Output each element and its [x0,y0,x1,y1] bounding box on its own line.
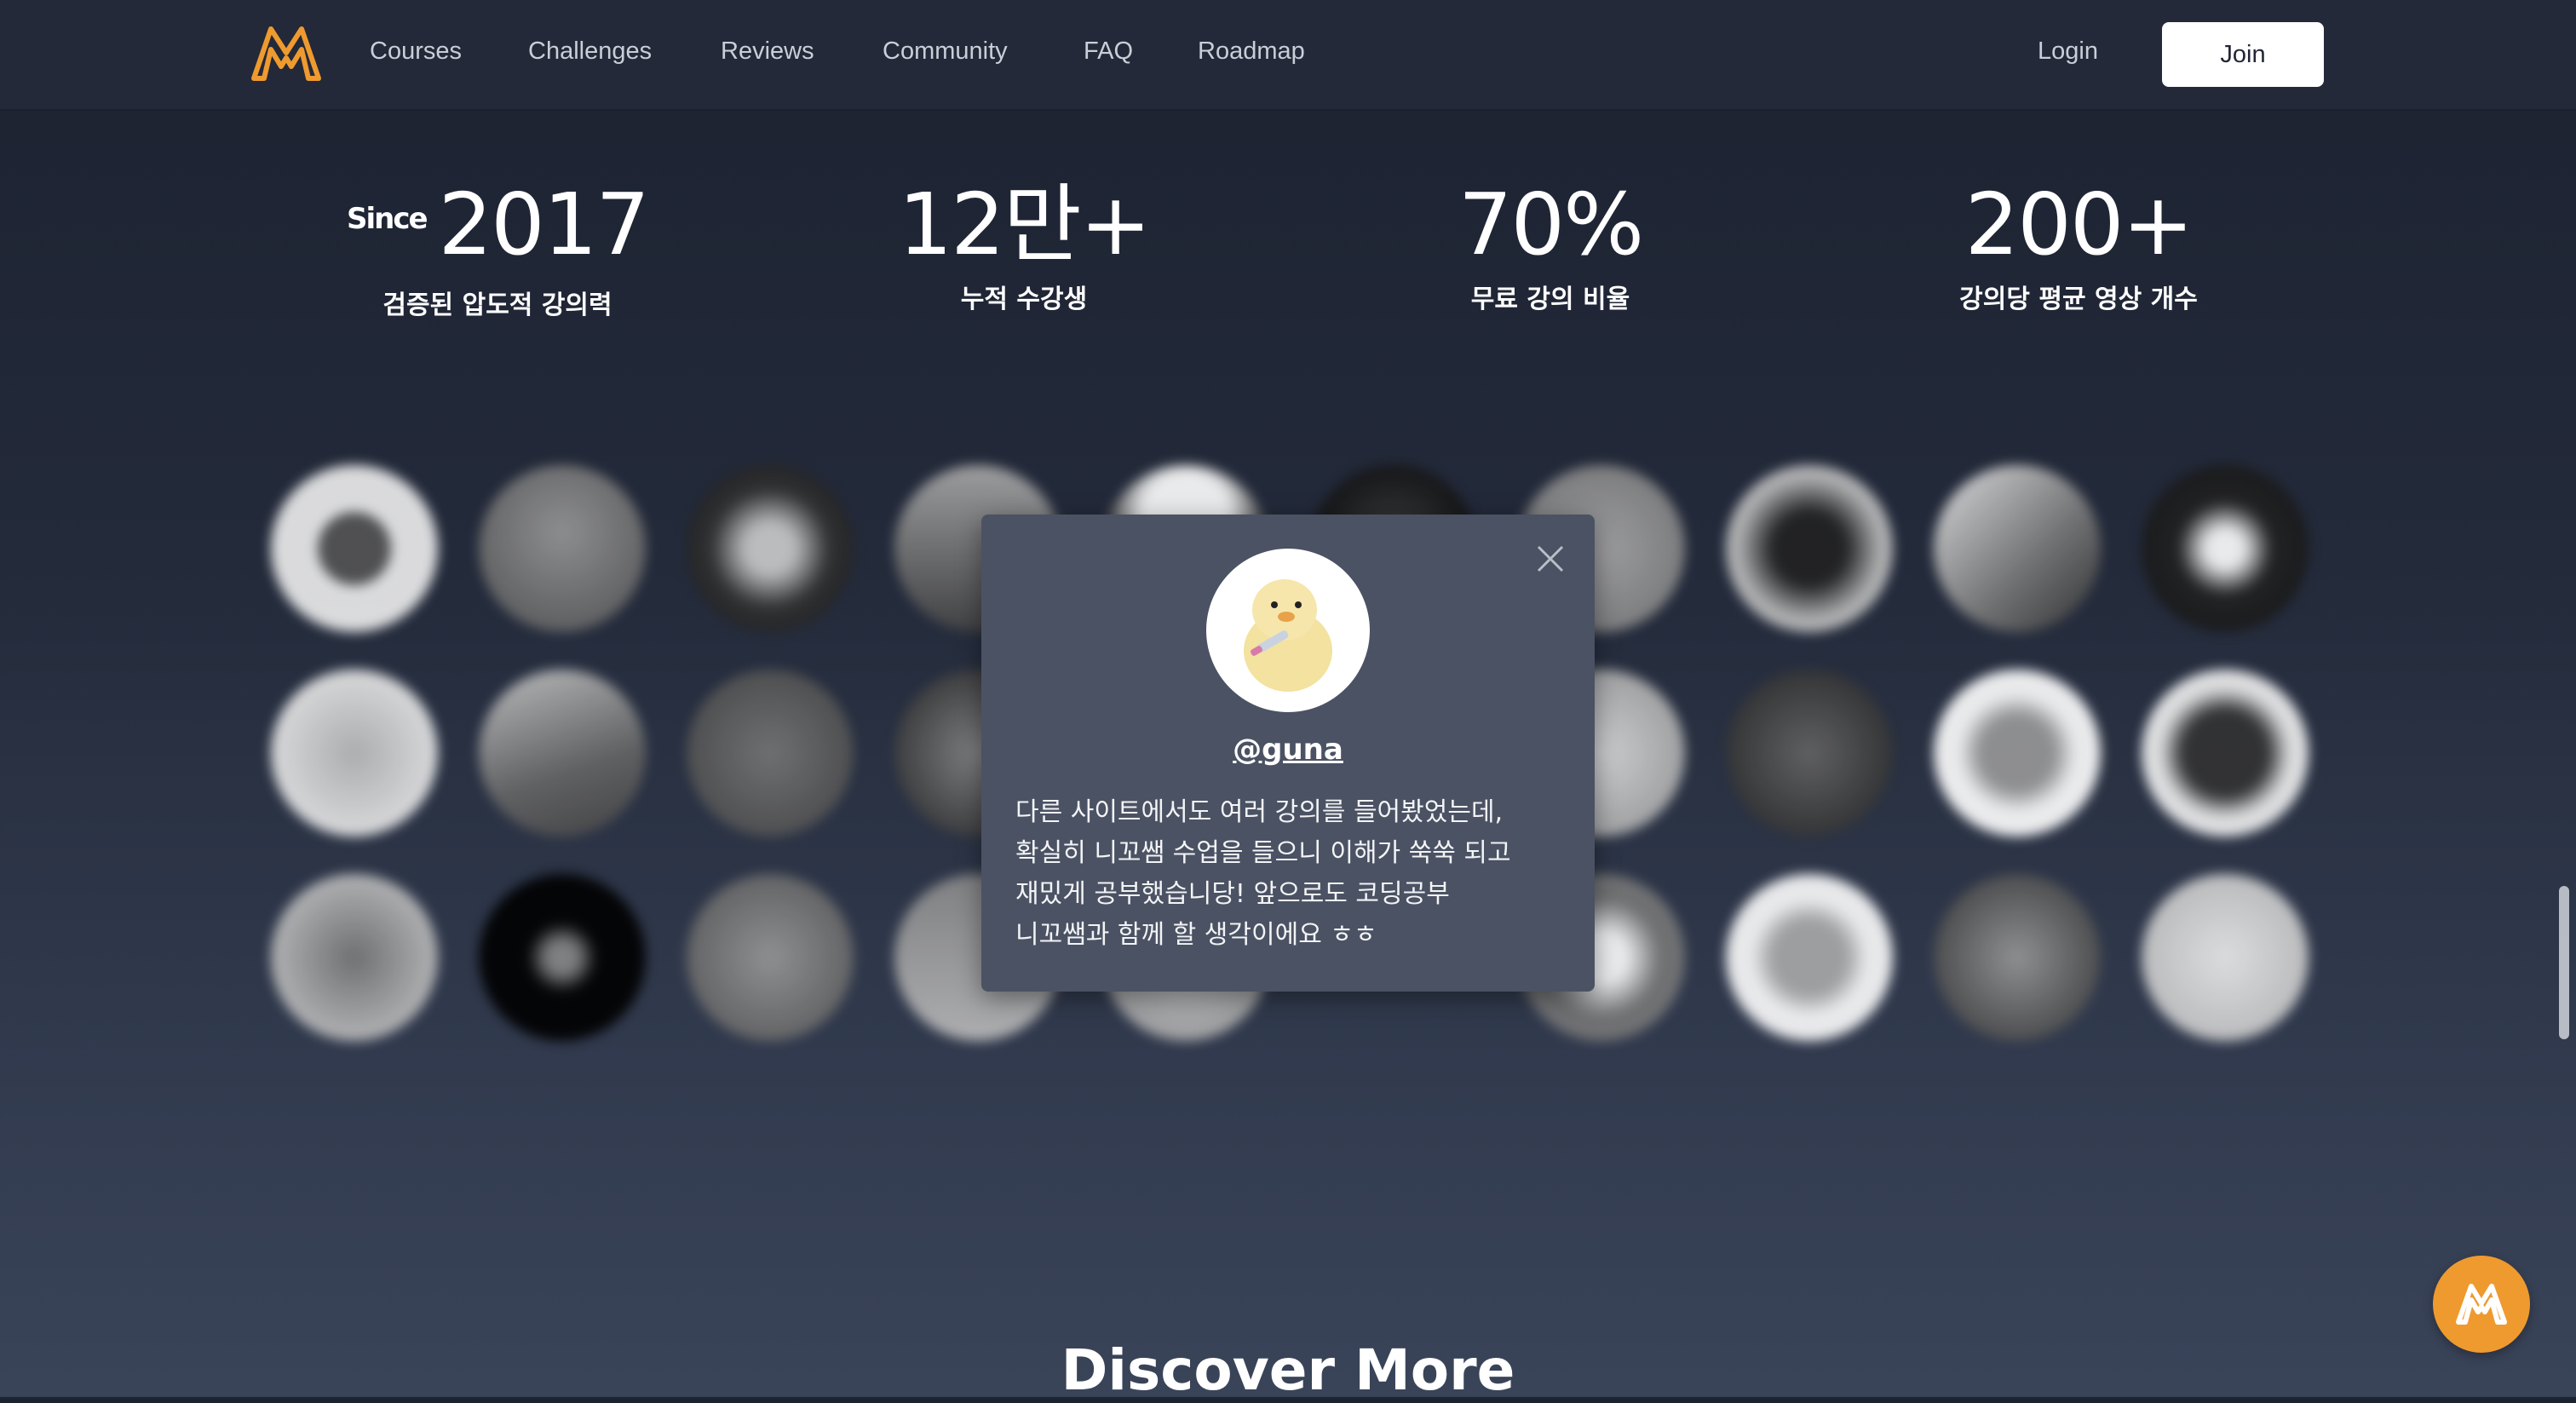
stat-videos: 200+ 강의당 평균 영상 개수 [1900,177,2257,315]
nav-link-roadmap[interactable]: Roadmap [1198,37,1305,66]
review-line: 니꼬쌤과 함께 할 생각이에요 ㅎㅎ [1015,920,1377,950]
stat-label: 무료 강의 비율 [1470,285,1630,314]
stat-prefix: Since [346,201,428,236]
nav-link-challenges[interactable]: Challenges [528,37,652,66]
stat-value: 12만+ [898,175,1151,274]
page-scrollbar[interactable] [2559,886,2569,1039]
reviewer-avatar[interactable] [271,670,438,837]
nav-link-faq[interactable]: FAQ [1084,37,1133,66]
login-link[interactable]: Login [2038,37,2098,66]
nav-link-community[interactable]: Community [883,37,1008,66]
review-modal: @guna 다른 사이트에서도 여러 강의를 들어봤었는데, 확실히 니꼬쌤 수… [981,515,1595,992]
duck-avatar-icon [1244,579,1332,692]
review-text: 다른 사이트에서도 여러 강의를 들어봤었는데, 확실히 니꼬쌤 수업을 들으니… [1015,792,1578,956]
stat-label: 강의당 평균 영상 개수 [1959,285,2198,314]
reviewer-avatar [1206,549,1370,712]
stat-label: 누적 수강생 [960,285,1088,314]
review-line: 다른 사이트에서도 여러 강의를 들어봤었는데, [1015,797,1504,827]
reviewer-username-link[interactable]: @guna [981,733,1595,767]
reviewer-avatar[interactable] [1934,670,2101,837]
reviewer-avatar[interactable] [479,670,646,837]
nomad-logo-icon[interactable] [250,24,322,82]
reviewer-avatar[interactable] [2142,874,2309,1041]
reviewer-avatar[interactable] [2142,465,2309,632]
reviewer-avatar[interactable] [1934,874,2101,1041]
reviewer-avatar[interactable] [271,874,438,1041]
join-button[interactable]: Join [2162,22,2324,87]
reviewer-avatar[interactable] [1934,465,2101,632]
reviewer-avatar[interactable] [2142,670,2309,837]
review-line: 확실히 니꼬쌤 수업을 들으니 이해가 쑥쑥 되고 [1015,838,1511,868]
chat-support-button[interactable] [2433,1256,2530,1353]
reviewer-avatar[interactable] [687,670,854,837]
reviewer-avatar[interactable] [687,874,854,1041]
nav-link-courses[interactable]: Courses [370,37,462,66]
review-line: 재밌게 공부했습니당! 앞으로도 코딩공부 [1015,879,1450,909]
stat-since: Since 2017 검증된 압도적 강의력 [319,177,676,321]
reviewer-avatar[interactable] [1726,874,1893,1041]
nav-link-reviews[interactable]: Reviews [721,37,814,66]
reviewer-avatar[interactable] [271,465,438,632]
stat-label: 검증된 압도적 강의력 [382,290,612,320]
reviewer-avatar[interactable] [1726,465,1893,632]
close-icon[interactable] [1533,542,1567,576]
nomad-logo-icon [2456,1284,2507,1325]
reviewer-avatar[interactable] [687,465,854,632]
top-navbar: Courses Challenges Reviews Community FAQ… [0,0,2576,111]
reviewer-avatar[interactable] [479,465,646,632]
stat-value: 200+ [1964,175,2194,274]
stat-free-ratio: 70% 무료 강의 비율 [1371,177,1729,315]
reviewer-avatar[interactable] [1726,670,1893,837]
stat-students: 12만+ 누적 수강생 [845,177,1203,315]
stat-value: 70% [1458,175,1644,274]
stat-value: 2017 [438,175,650,274]
discover-more-heading: Discover More [1061,1337,1515,1403]
reviewer-avatar[interactable] [479,874,646,1041]
